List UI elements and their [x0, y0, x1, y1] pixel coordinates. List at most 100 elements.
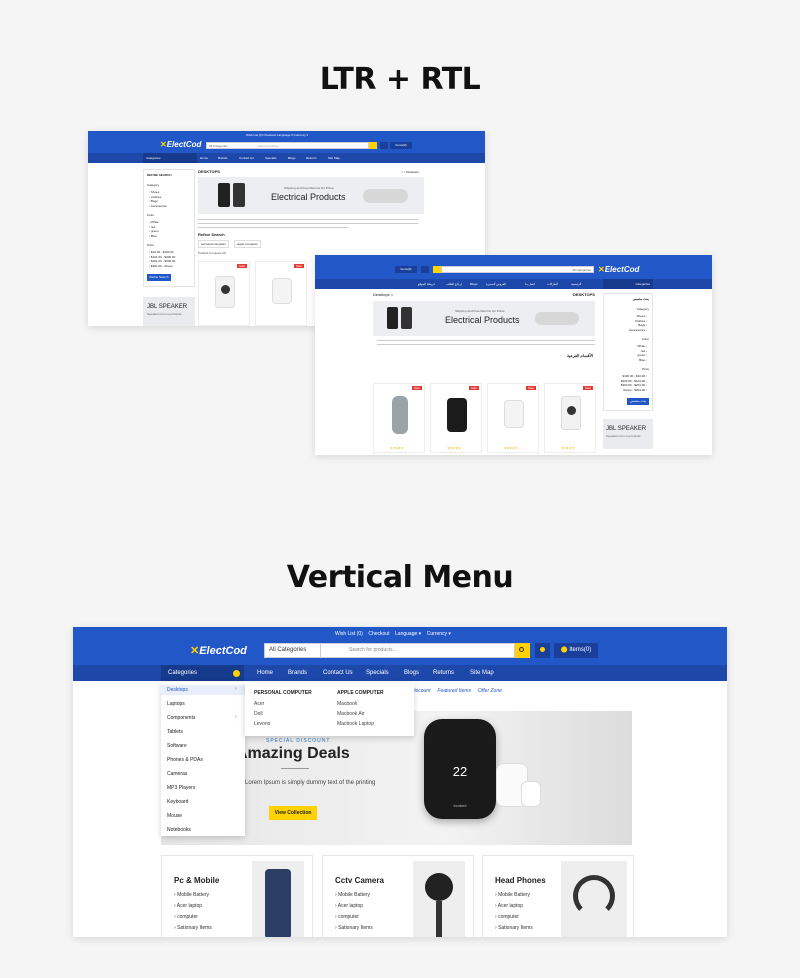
- ltr-nav-brands[interactable]: Brands: [218, 156, 228, 160]
- rtl-price-items[interactable]: $100.00 - $10.00 ▫ $200.00 - $101.00 ▫ $30…: [621, 374, 647, 392]
- rtl-search-button[interactable]: [433, 266, 441, 273]
- ltr-filter-items[interactable]: ▫ Shoes ▫ Clothes ▫ Bags ▫ Accessories: [149, 190, 167, 208]
- rtl-product-speaker[interactable]: Sale ★★★★★: [373, 383, 425, 453]
- ltr-text-line: [198, 219, 418, 220]
- rtl-nav-item[interactable]: الماركات: [547, 282, 558, 286]
- ltr-nav-contact[interactable]: Contact Us: [239, 156, 254, 160]
- rtl-logo[interactable]: ✕ElectCod: [598, 265, 639, 274]
- rtl-banner[interactable]: Shipping And Free Returns On Prime Elect…: [373, 301, 595, 336]
- ltr-search-input[interactable]: Search products...: [257, 144, 281, 148]
- ltr-product-camera[interactable]: Sale: [198, 261, 250, 326]
- ltr-logo[interactable]: ✕ElectCod: [160, 140, 201, 149]
- ltr-categories-button[interactable]: Categories: [143, 153, 197, 163]
- ltr-product-earbuds[interactable]: Sale: [255, 261, 307, 326]
- rtl-product-watch[interactable]: Sale ★★★★★: [430, 383, 482, 453]
- vm-nav-sitemap[interactable]: Site Map: [470, 665, 494, 681]
- submenu-link[interactable]: Macbook Laptop: [337, 721, 374, 727]
- vm-categories-button[interactable]: Categories: [161, 665, 244, 681]
- ltr-nav-sitemap[interactable]: Site Map: [328, 156, 340, 160]
- ltr-refine-tag[interactable]: apple computer: [234, 240, 261, 248]
- ltr-header: Wish List (0) Checkout Language ▾ Curren…: [88, 131, 485, 153]
- rtl-speaker-ad[interactable]: JBL SPEAKER Speakers from top brands: [603, 419, 653, 449]
- ltr-speaker-ad[interactable]: JBL SPEAKER Speakers from top brands: [143, 297, 195, 326]
- rtl-search-bar[interactable]: All Categories: [441, 266, 594, 273]
- rtl-user-icon[interactable]: [421, 266, 429, 273]
- ltr-search-button[interactable]: [369, 142, 377, 149]
- vm-search-input[interactable]: Search for products...: [349, 647, 397, 653]
- rtl-cart-button[interactable]: Items(0): [395, 266, 417, 273]
- ltr-color-items[interactable]: ▫ White ▫ red ▫ green ▫ Blue: [149, 220, 159, 238]
- submenu-link[interactable]: Macbook Air: [337, 711, 365, 717]
- ltr-category-select[interactable]: All Categories: [209, 144, 228, 148]
- menu-item-notebooks[interactable]: Notebooks: [167, 827, 191, 833]
- rtl-nav-item[interactable]: الرئيسية: [571, 282, 581, 286]
- currency-dropdown[interactable]: Currency ▾: [427, 631, 451, 637]
- rtl-color-items[interactable]: White ▫ red ▫ green ▫ Blue ▫: [637, 344, 647, 362]
- wishlist-link[interactable]: Wish List (0): [335, 631, 363, 637]
- submenu-link[interactable]: Levono: [254, 721, 270, 727]
- rtl-product-earbuds[interactable]: Sale ★★★★★: [487, 383, 539, 453]
- rtl-nav-item[interactable]: العروض المميزة: [486, 282, 506, 286]
- menu-item-tablets[interactable]: Tablets: [167, 729, 183, 735]
- vm-nav-returns[interactable]: Returns: [433, 665, 454, 681]
- card-cctv[interactable]: Cctv Camera › Mobile Battery › Acer lapt…: [322, 855, 474, 937]
- vm-nav-home[interactable]: Home: [257, 665, 273, 681]
- rtl-refine-button[interactable]: بحث مخصص: [627, 398, 649, 405]
- rtl-breadcrumb[interactable]: Desktops ⌂: [373, 292, 393, 297]
- ltr-cart-button[interactable]: Items(0): [390, 142, 412, 149]
- rtl-nav-item[interactable]: إرجاع الطلب: [446, 282, 462, 286]
- vm-user-button[interactable]: [535, 643, 550, 658]
- menu-item-phones[interactable]: Phones & PDAs: [167, 757, 203, 763]
- vm-nav-contact[interactable]: Contact Us: [323, 665, 353, 681]
- card-pc-mobile[interactable]: Pc & Mobile › Mobile Battery › Acer lapt…: [161, 855, 313, 937]
- submenu-link[interactable]: Acer: [254, 701, 264, 707]
- vm-search-button[interactable]: [515, 643, 530, 658]
- menu-item-components[interactable]: Components: [167, 715, 195, 721]
- ltr-product-compare[interactable]: Product Compare (0): [198, 251, 226, 255]
- ltr-top-links[interactable]: Wish List (0) Checkout Language ▾ Curren…: [246, 133, 308, 137]
- ltr-banner[interactable]: Shipping And Free Returns On Prime Elect…: [198, 177, 424, 214]
- tab-featured[interactable]: Featured Items: [437, 688, 471, 694]
- menu-item-laptops[interactable]: Laptops: [167, 701, 185, 707]
- menu-item-desktops[interactable]: Desktops: [167, 687, 188, 693]
- ltr-nav-home[interactable]: Home: [200, 156, 208, 160]
- vm-logo[interactable]: ✕ElectCod: [190, 644, 247, 657]
- view-collection-button[interactable]: View Collection: [269, 806, 317, 820]
- ltr-user-icon[interactable]: [380, 142, 388, 149]
- rtl-banner-kicker: Shipping And Free Returns On Prime: [455, 309, 505, 313]
- ltr-search-bar[interactable]: All Categories Search products...: [206, 142, 369, 149]
- rtl-categories-button[interactable]: Categories: [603, 279, 653, 289]
- tab-offer-zone[interactable]: Offer Zone: [478, 688, 502, 694]
- rtl-nav-item[interactable]: اتصل بنا: [525, 282, 535, 286]
- vm-search-bar[interactable]: All Categories Search for products...: [264, 643, 515, 658]
- ltr-filter-color: Color: [147, 213, 155, 217]
- ltr-refine-button[interactable]: Refine Search: [147, 274, 171, 281]
- menu-item-software[interactable]: Software: [167, 743, 187, 749]
- vm-nav-brands[interactable]: Brands: [288, 665, 307, 681]
- ltr-price-items[interactable]: ▫ $10.00 - $100.00 ▫ $101.00 - $200.00 ▫ $…: [149, 250, 175, 268]
- menu-item-mp3[interactable]: MP3 Players: [167, 785, 195, 791]
- menu-item-cameras[interactable]: Cameras: [167, 771, 187, 777]
- vm-nav-specials[interactable]: Specials: [366, 665, 389, 681]
- submenu-link[interactable]: Macbook: [337, 701, 357, 707]
- vm-category-select[interactable]: All Categories: [269, 647, 306, 653]
- rtl-nav-item[interactable]: Blogs: [470, 282, 478, 286]
- menu-item-mouse[interactable]: Mouse: [167, 813, 182, 819]
- vm-cart-button[interactable]: ⬤ Items(0): [554, 643, 598, 658]
- ltr-refine-tag[interactable]: personal computer: [198, 240, 229, 248]
- language-dropdown[interactable]: Language ▾: [395, 631, 421, 637]
- rtl-category-select[interactable]: All Categories: [572, 268, 591, 272]
- ltr-nav-blogs[interactable]: Blogs: [288, 156, 296, 160]
- ltr-nav-returns[interactable]: Returns: [306, 156, 317, 160]
- rtl-filter-items[interactable]: Shoes ▫ Clothes ▫ Bags ▫ Accessories ▫: [629, 314, 647, 332]
- rtl-nav-item[interactable]: خريطة الموقع: [418, 282, 435, 286]
- rating-stars: ★★★★★: [504, 446, 518, 450]
- menu-item-keyboard[interactable]: Keyboard: [167, 799, 188, 805]
- ltr-nav-specials[interactable]: Specials: [265, 156, 276, 160]
- card-headphones[interactable]: Head Phones › Mobile Battery › Acer lapt…: [482, 855, 634, 937]
- vm-nav-blogs[interactable]: Blogs: [404, 665, 419, 681]
- submenu-link[interactable]: Dell: [254, 711, 263, 717]
- ltr-breadcrumb[interactable]: ⌂ > Desktops: [401, 170, 419, 174]
- rtl-product-camera[interactable]: Sale ★★★★★: [544, 383, 596, 453]
- checkout-link[interactable]: Checkout: [368, 631, 389, 637]
